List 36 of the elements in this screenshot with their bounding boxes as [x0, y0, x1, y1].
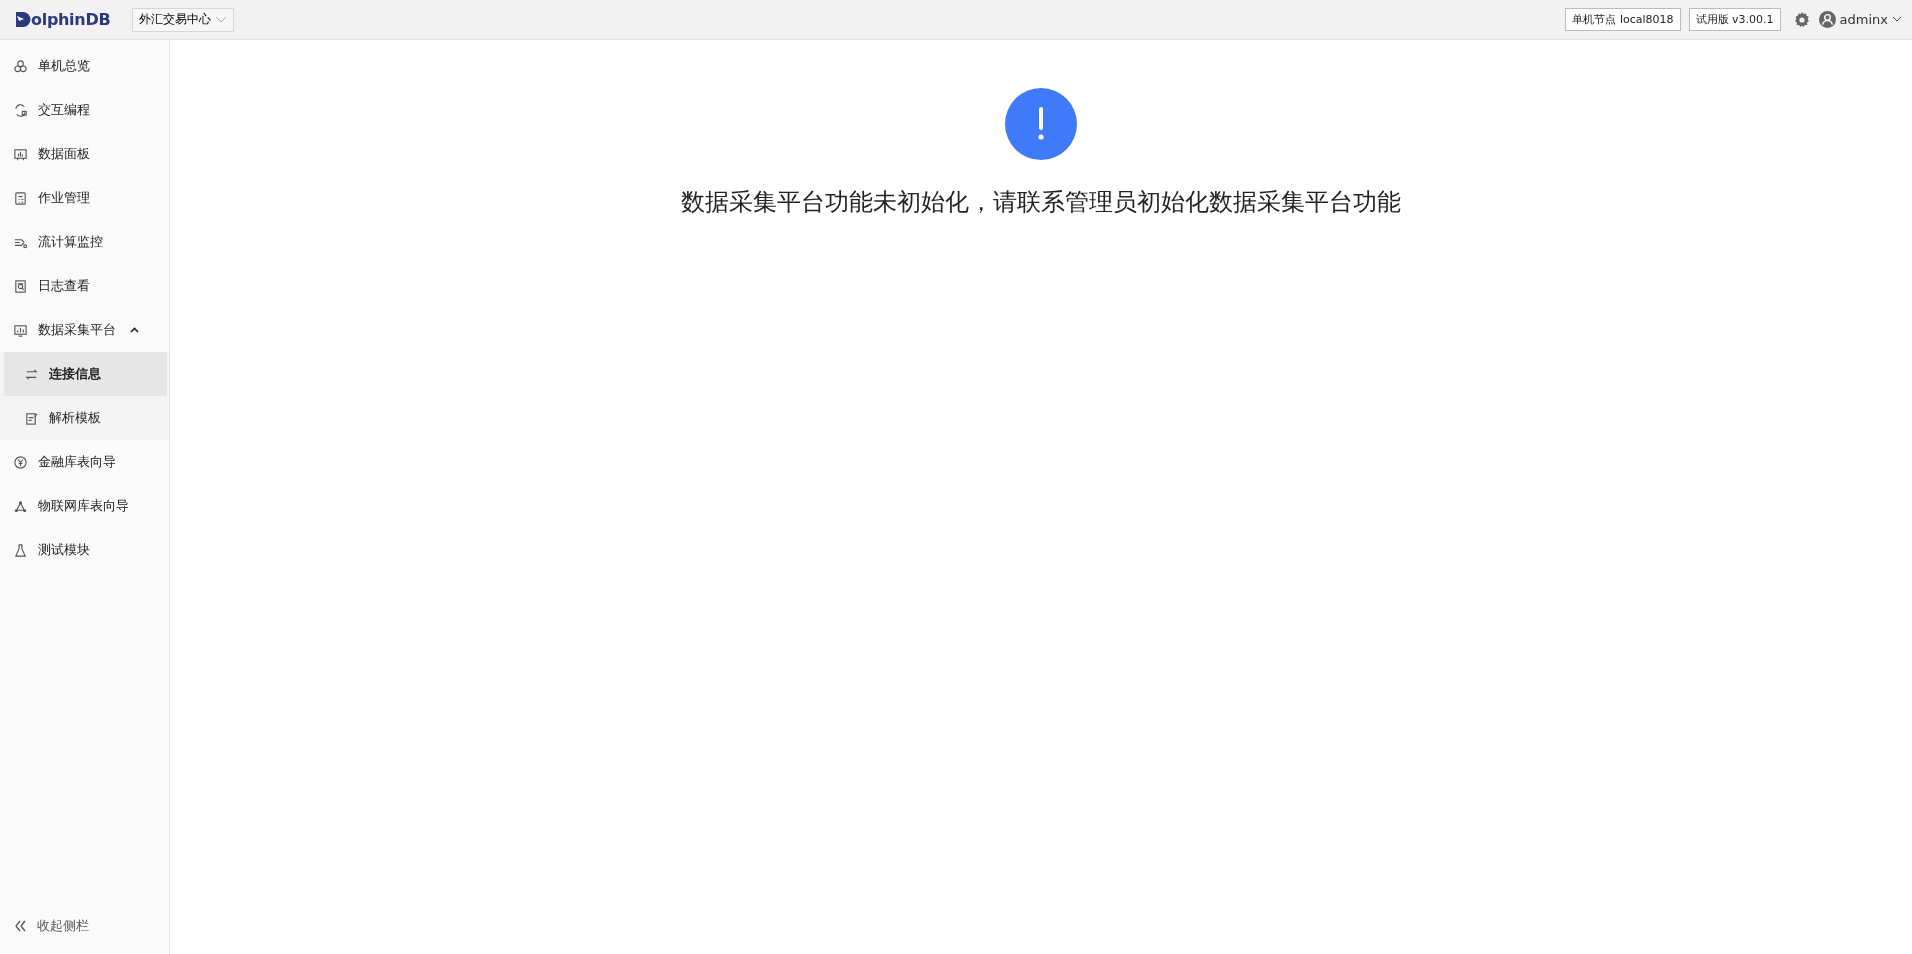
menu-item[interactable]: 数据面板 [0, 132, 169, 176]
yen-coin-icon [13, 454, 28, 470]
submenu-item[interactable]: 连接信息 [4, 352, 167, 396]
menu-item[interactable]: 流计算监控 [0, 220, 169, 264]
user-avatar-icon [1818, 11, 1836, 28]
menu-item[interactable]: 单机总览 [0, 44, 169, 88]
double-chevron-left-icon [14, 920, 27, 932]
menu-item[interactable]: 金融库表向导 [0, 440, 169, 484]
circles-icon [13, 58, 28, 74]
document-search-icon [13, 278, 28, 294]
edit-document-icon [24, 410, 39, 426]
caret-icon [130, 327, 139, 333]
menu-item[interactable]: 交互编程 [0, 88, 169, 132]
menu-item[interactable]: 日志查看 [0, 264, 169, 308]
menu-item[interactable]: 测试模块 [0, 528, 169, 572]
chart-board-icon [13, 146, 28, 162]
version-badge: 试用版 v3.00.1 [1688, 8, 1781, 31]
node-badge: 单机节点 local8018 [1565, 8, 1681, 31]
logo-text: olphinDB [31, 10, 111, 29]
network-nodes-icon [13, 498, 28, 514]
status-message: 数据采集平台功能未初始化，请联系管理员初始化数据采集平台功能 [681, 187, 1401, 218]
submenu-item[interactable]: 解析模板 [4, 396, 167, 440]
settings-icon[interactable] [1792, 10, 1811, 29]
chevron-down-icon [215, 15, 228, 24]
flask-icon [13, 542, 28, 558]
user-menu[interactable]: adminx [1818, 11, 1902, 28]
menu-item[interactable]: 数据采集平台 [0, 308, 169, 352]
cluster-select[interactable]: 外汇交易中心 [132, 7, 235, 32]
collapse-sidebar-button[interactable]: 收起侧栏 [0, 904, 169, 948]
menu-item[interactable]: 作业管理 [0, 176, 169, 220]
loop-arrows-icon [13, 102, 28, 118]
logo-icon [15, 11, 31, 28]
chevron-down-icon [1892, 16, 1902, 23]
menu-item[interactable]: 物联网库表向导 [0, 484, 169, 528]
bar-chart-monitor-icon [13, 322, 28, 338]
clipboard-list-icon [13, 190, 28, 206]
